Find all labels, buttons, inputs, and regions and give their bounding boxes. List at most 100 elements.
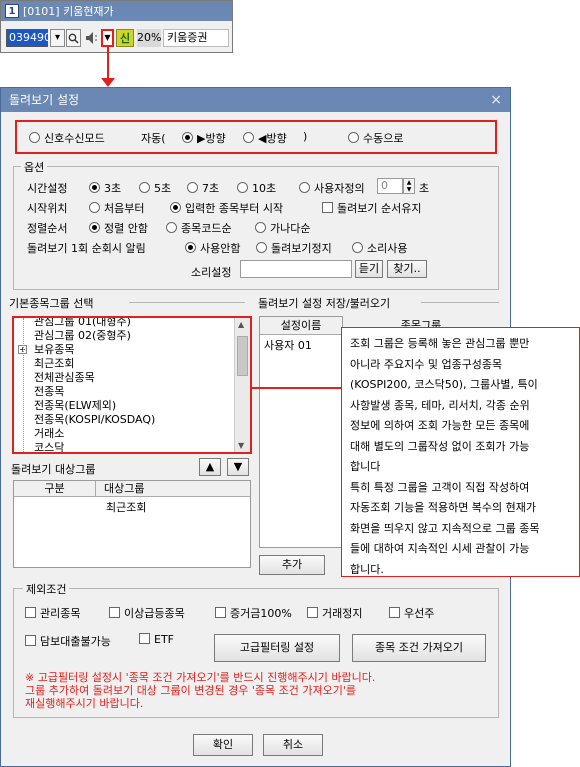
settings-list[interactable]: 설정이름 사용자 01 <box>259 316 343 548</box>
save-load-separator <box>421 302 499 303</box>
signal-mode-radio[interactable]: 신호수신모드 <box>29 130 105 146</box>
sort-alpha-radio[interactable]: 가나다순 <box>255 220 310 236</box>
tree-item[interactable]: 보유종목 <box>34 343 74 356</box>
manual-mode-radio[interactable]: 수동으로 <box>348 130 403 146</box>
target-group-label: 돌려보기 대상그룹 <box>11 463 96 476</box>
speaker-icon <box>86 32 97 44</box>
sort-order-label: 정렬순서 <box>27 222 68 235</box>
custom-seconds-spinner[interactable]: ▲ ▼ <box>403 178 415 194</box>
sort-none-radio[interactable]: 정렬 안함 <box>89 220 148 236</box>
target-type-header: 구분 <box>14 481 96 497</box>
import-conditions-button[interactable]: 종목 조건 가져오기 <box>352 634 486 662</box>
speaker-button[interactable] <box>84 29 100 47</box>
basic-group-tree: 관심그룹 01(대형주) 관심그룹 02(중형주) + 보유종목 최근조회 전체… <box>12 316 252 454</box>
advanced-filter-button[interactable]: 고급필터링 설정 <box>214 634 340 662</box>
custom-seconds-input[interactable]: 0 <box>377 178 403 194</box>
chevron-down-icon: ▾ <box>54 32 61 43</box>
add-button[interactable]: 추가 <box>259 555 325 575</box>
pointer-line <box>107 47 109 80</box>
move-up-button[interactable]: ▲ <box>199 458 221 476</box>
tree-item[interactable]: 전종목 <box>34 385 64 398</box>
exclude-halted-checkbox[interactable]: 거래정지 <box>307 605 362 621</box>
tree-item[interactable]: 관심그룹 01(대형주) <box>34 318 131 328</box>
notice-line-1: ※ 고급필터링 설정시 '종목 조건 가져오기'를 반드시 진행해주시기 바랍니… <box>25 671 376 684</box>
arrow-down-icon <box>101 78 115 87</box>
callout-line: 정보에 의하여 조회 가능한 모든 종목에 <box>350 419 530 432</box>
cycle-alert-label: 돌려보기 1회 순회시 알림 <box>27 242 146 255</box>
search-icon <box>68 33 79 44</box>
scroll-thumb[interactable] <box>237 336 248 376</box>
tree-item[interactable]: 관심그룹 02(중형주) <box>34 329 131 342</box>
tree-item[interactable]: 최근조회 <box>34 357 74 370</box>
tree-item[interactable]: 코스닥 <box>34 441 64 452</box>
broker-field: 키움증권 <box>163 29 229 47</box>
forward-direction-radio[interactable]: ▶방향 <box>182 130 226 146</box>
tree-scrollbar[interactable]: ▲ ▼ <box>234 318 250 452</box>
time-7s-radio[interactable]: 7초 <box>187 180 219 196</box>
target-group-table[interactable]: 구분 대상그룹 최근조회 <box>13 480 251 568</box>
callout-connector <box>251 387 341 389</box>
margin-rate-badge: 20% <box>137 29 161 47</box>
alert-sound-radio[interactable]: 소리사용 <box>352 240 407 256</box>
sort-code-radio[interactable]: 종목코드순 <box>166 220 232 236</box>
start-first-radio[interactable]: 처음부터 <box>89 200 144 216</box>
dropdown-button[interactable]: ▾ <box>50 29 65 47</box>
time-10s-radio[interactable]: 10초 <box>237 180 276 196</box>
options-legend: 옵션 <box>21 159 48 175</box>
start-input-radio[interactable]: 입력한 종목부터 시작 <box>170 200 283 216</box>
listen-button[interactable]: 듣기 <box>355 260 383 278</box>
basic-group-separator <box>129 302 245 303</box>
callout-line: 특히 특정 그룹을 고객이 직접 작성하여 <box>350 480 530 494</box>
window-titlebar: 1 [0101] 키움현재가 <box>1 1 232 21</box>
tree-item[interactable]: 전종목(KOSPI/KOSDAQ) <box>34 413 155 426</box>
start-position-label: 시작위치 <box>27 202 68 215</box>
scroll-down-icon[interactable]: ▼ <box>238 441 244 450</box>
stock-code-input[interactable]: 039490 <box>6 29 51 47</box>
exclude-no-loan-checkbox[interactable]: 담보대출불가능 <box>25 633 111 649</box>
close-icon[interactable]: × <box>490 88 502 112</box>
tree-item[interactable]: 전종목(ELW제외) <box>34 399 116 412</box>
callout-line: 아니라 주요지수 및 업종구성종목 <box>350 357 503 371</box>
move-down-button[interactable]: ▼ <box>227 458 249 476</box>
callout-line: 합니다 <box>350 460 381 473</box>
search-button[interactable] <box>66 29 81 47</box>
notice-line-2: 그룹 추가하여 돌려보기 대상 그룹이 변경된 경우 '종목 조건 가져오기'를 <box>25 684 356 697</box>
ok-button[interactable]: 확인 <box>193 734 253 756</box>
auto-rotate-dropdown-button[interactable]: ▼ <box>101 29 114 47</box>
basic-group-label: 기본종목그룹 선택 <box>9 297 94 310</box>
spin-up-icon: ▲ <box>406 179 412 186</box>
time-custom-radio[interactable]: 사용자정의 <box>299 180 365 196</box>
target-row-group[interactable]: 최근조회 <box>106 499 146 515</box>
exclude-surge-checkbox[interactable]: 이상급등종목 <box>109 605 185 621</box>
triangle-down-icon: ▼ <box>104 33 111 42</box>
group-tree-list: 관심그룹 01(대형주) 관심그룹 02(중형주) + 보유종목 최근조회 전체… <box>14 318 234 452</box>
scroll-up-icon[interactable]: ▲ <box>238 320 244 329</box>
time-3s-radio[interactable]: 3초 <box>89 180 121 196</box>
tree-item[interactable]: 전체관심종목 <box>34 371 95 384</box>
alert-none-radio[interactable]: 사용안함 <box>185 240 240 256</box>
sound-file-input[interactable] <box>240 260 352 278</box>
time-5s-radio[interactable]: 5초 <box>139 180 171 196</box>
exclude-preferred-checkbox[interactable]: 우선주 <box>389 605 434 621</box>
find-button[interactable]: 찾기.. <box>387 260 427 278</box>
time-setting-label: 시간설정 <box>27 182 68 195</box>
spin-down-icon: ▼ <box>406 186 412 193</box>
callout-line: 사항발생 종목, 테마, 리서치, 각종 순위 <box>350 398 530 412</box>
backward-direction-radio[interactable]: ◀방향 <box>243 130 287 146</box>
cancel-button[interactable]: 취소 <box>263 734 323 756</box>
exclude-managed-checkbox[interactable]: 관리종목 <box>25 605 80 621</box>
tree-item[interactable]: 거래소 <box>34 427 64 440</box>
auto-mode-label: 자동( <box>141 132 166 145</box>
callout-line: 대해 별도의 그룹작성 없이 조회가 가능 <box>350 439 530 453</box>
callout-line: 자동조회 기능을 적용하면 복수의 현재가 <box>350 501 537 514</box>
save-load-label: 돌려보기 설정 저장/불러오기 <box>258 297 391 310</box>
exclude-etf-checkbox[interactable]: ETF <box>139 633 174 646</box>
notice-line-3: 재실행해주시기 바랍니다. <box>25 697 144 710</box>
auto-mode-suffix: ) <box>303 130 308 143</box>
window-number-badge: 1 <box>5 4 19 18</box>
dialog-title: 돌려보기 설정 <box>9 93 80 107</box>
settings-row-name[interactable]: 사용자 01 <box>264 337 312 353</box>
alert-stop-radio[interactable]: 돌려보기정지 <box>256 240 332 256</box>
exclude-margin100-checkbox[interactable]: 증거금100% <box>215 605 292 621</box>
keep-order-checkbox[interactable]: 돌려보기 순서유지 <box>322 200 421 216</box>
